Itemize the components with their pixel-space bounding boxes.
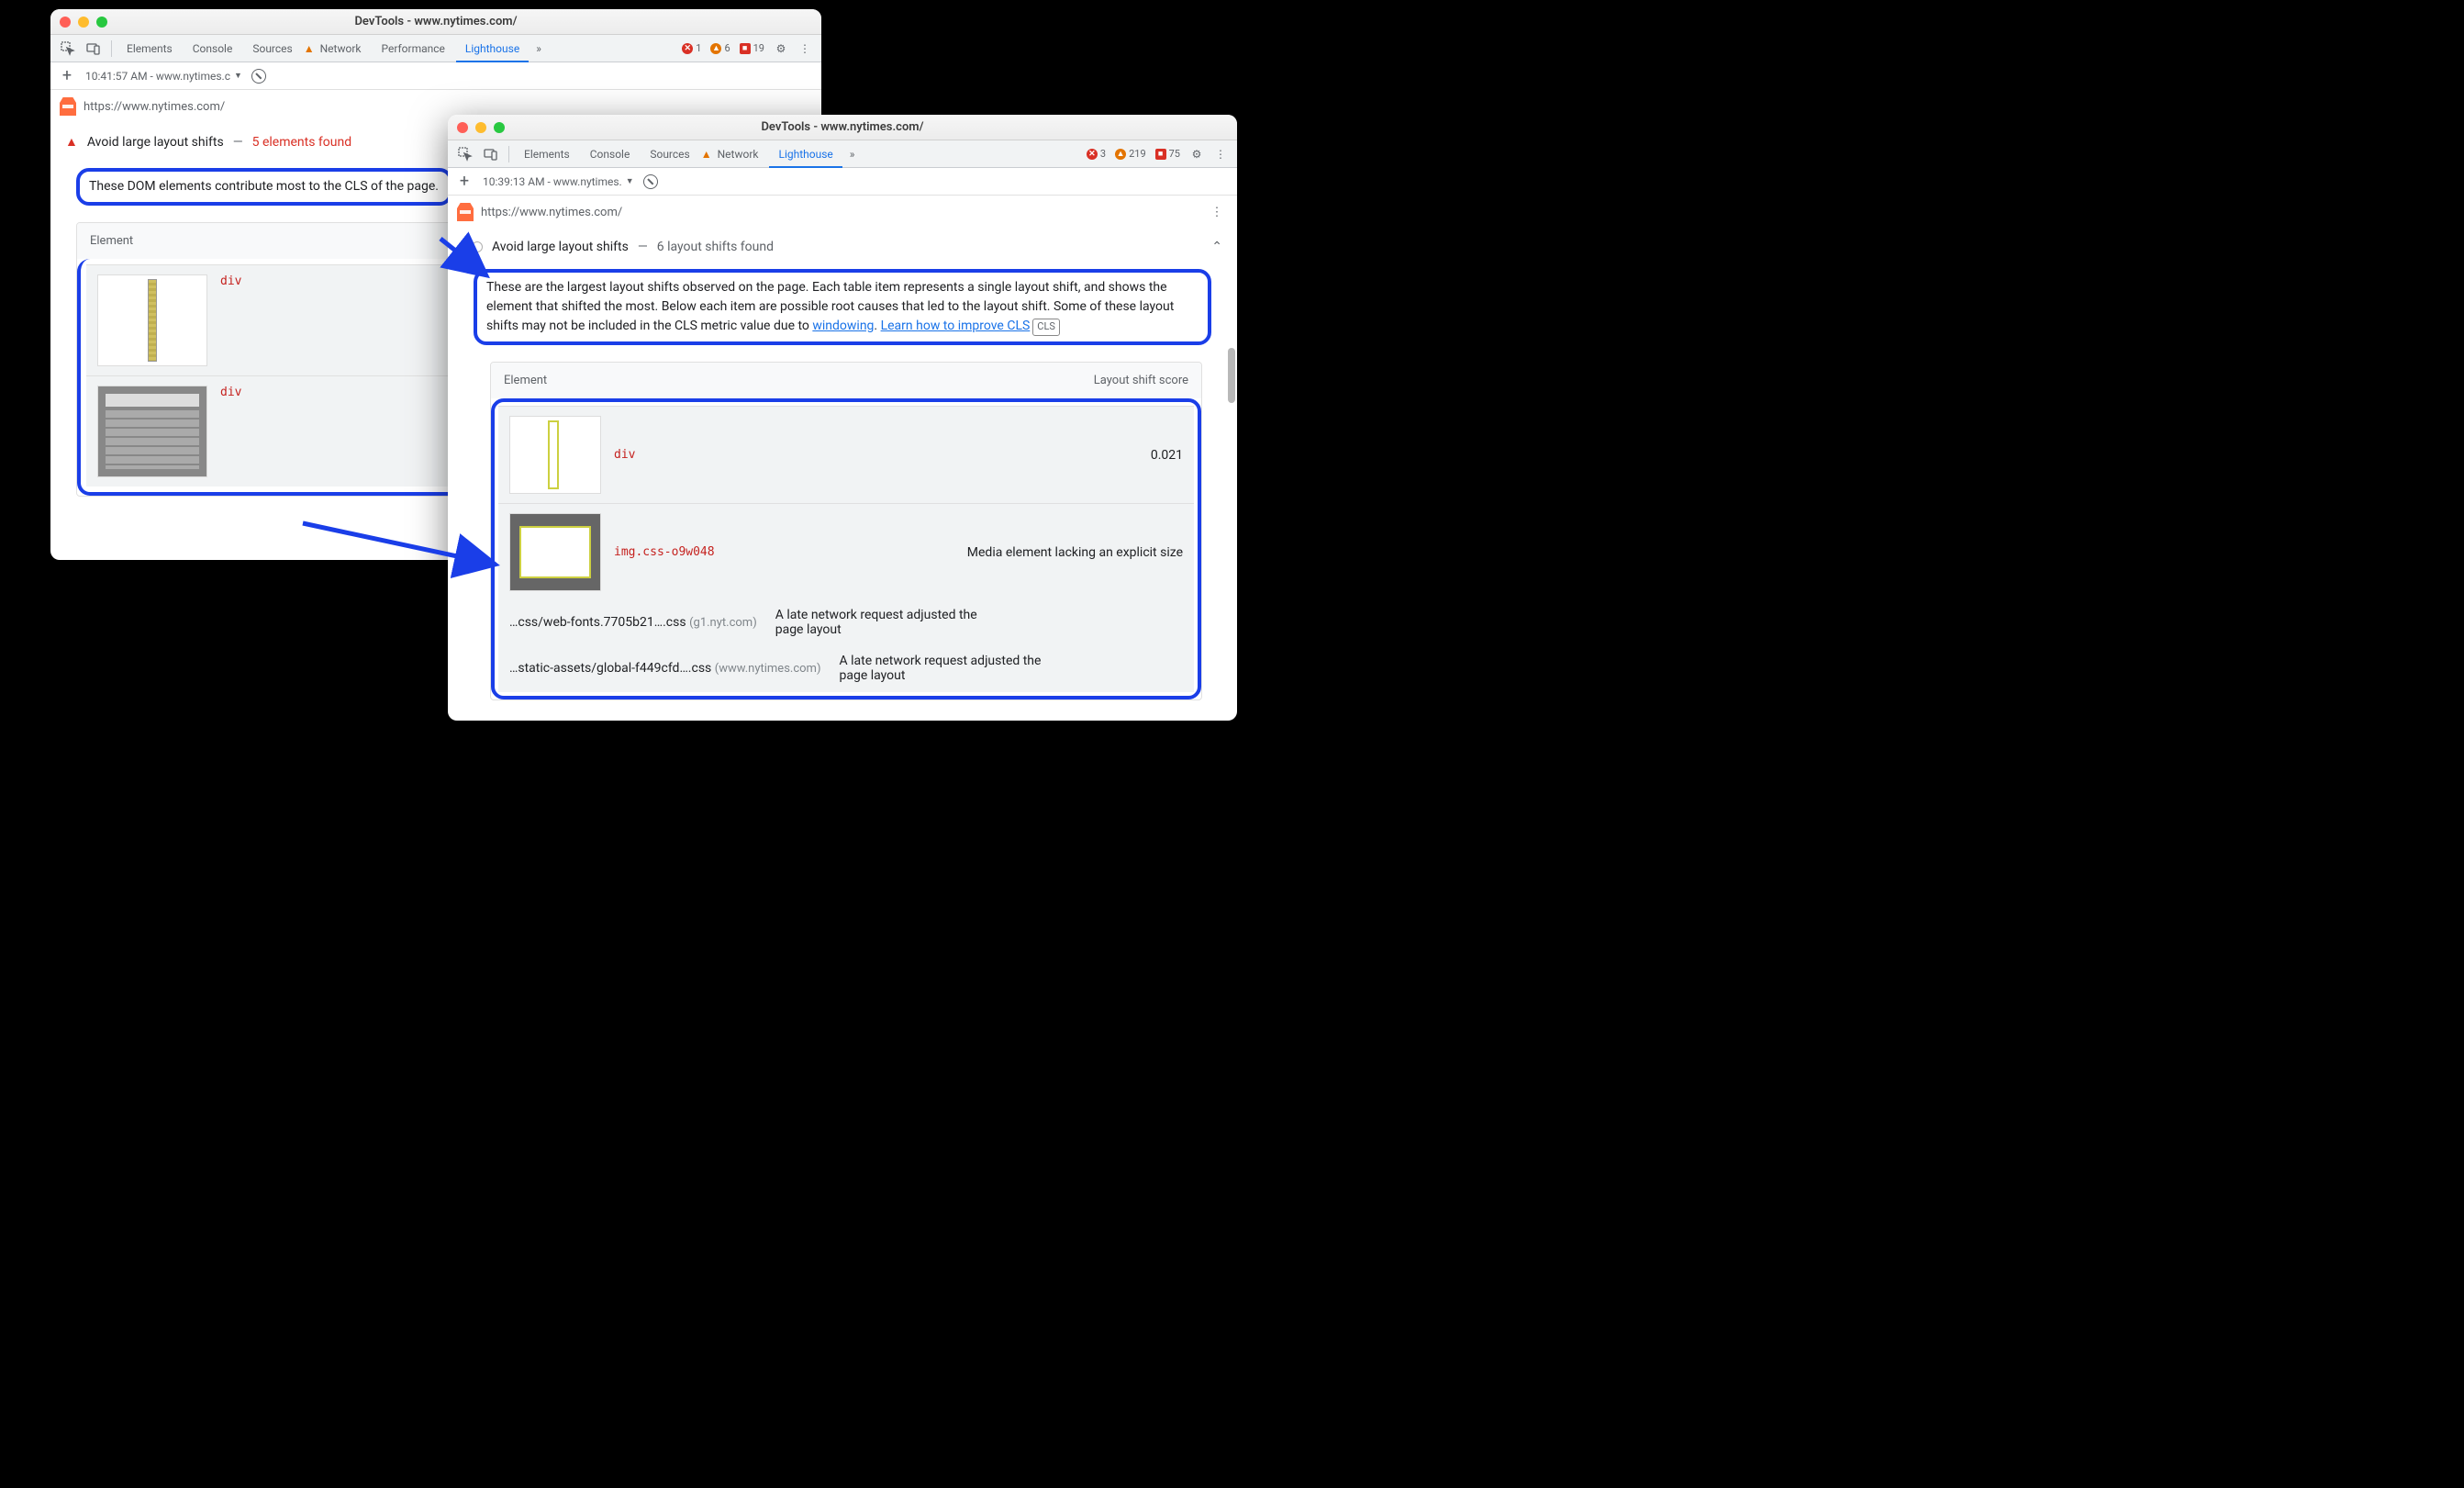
- lighthouse-run-bar: + 10:41:57 AM - www.nytimes.c▼: [50, 62, 821, 90]
- report-menu-icon[interactable]: ⋮: [1206, 206, 1228, 219]
- titlebar: DevTools - www.nytimes.com/: [50, 9, 821, 35]
- devtools-tab-bar: Elements Console Sources ▲ Network Perfo…: [50, 35, 821, 62]
- cause-host: (g1.nyt.com): [689, 616, 757, 630]
- minimize-icon[interactable]: [78, 17, 89, 28]
- element-code: img.css-o9w048: [614, 545, 715, 559]
- inspect-icon[interactable]: [453, 144, 477, 164]
- issue-count[interactable]: ■19: [736, 42, 768, 54]
- tab-elements[interactable]: Elements: [515, 140, 579, 168]
- tab-console[interactable]: Console: [581, 140, 640, 168]
- audit-description: These DOM elements contribute most to th…: [89, 177, 440, 196]
- element-code: div: [220, 386, 241, 399]
- minimize-icon[interactable]: [475, 122, 486, 133]
- tab-console[interactable]: Console: [184, 35, 242, 62]
- clear-icon[interactable]: [251, 69, 266, 84]
- tab-lighthouse[interactable]: Lighthouse: [456, 35, 529, 62]
- audit-header[interactable]: Avoid large layout shifts — 6 layout shi…: [457, 229, 1228, 265]
- tab-sources[interactable]: Sources: [243, 35, 301, 62]
- kebab-icon[interactable]: ⋮: [1210, 148, 1232, 161]
- tab-elements[interactable]: Elements: [117, 35, 182, 62]
- report-url: https://www.nytimes.com/: [84, 100, 225, 114]
- audit-title: Avoid large layout shifts: [87, 135, 224, 150]
- neutral-circle-icon: [472, 241, 483, 252]
- tab-sources[interactable]: Sources: [641, 140, 698, 168]
- tab-overflow-icon[interactable]: »: [530, 42, 547, 55]
- maximize-icon[interactable]: [494, 122, 505, 133]
- root-cause: Media element lacking an explicit size: [967, 545, 1183, 560]
- cause-host: (www.nytimes.com): [715, 662, 821, 676]
- kebab-icon[interactable]: ⋮: [794, 42, 816, 55]
- audit-title: Avoid large layout shifts: [492, 240, 629, 254]
- element-thumbnail: [509, 416, 601, 494]
- new-run-button[interactable]: +: [58, 66, 76, 85]
- traffic-lights[interactable]: [60, 17, 107, 28]
- settings-icon[interactable]: ⚙: [1186, 148, 1208, 161]
- link-windowing[interactable]: windowing: [812, 319, 874, 333]
- warning-triangle-icon: ▲: [701, 140, 716, 168]
- run-selector[interactable]: 10:39:13 AM - www.nytimes.▼: [483, 175, 634, 188]
- table-row[interactable]: div 0.021: [498, 406, 1194, 503]
- cause-file: …static-assets/global-f449cfd….css: [509, 661, 711, 676]
- device-icon[interactable]: [479, 144, 503, 164]
- highlight-description: These DOM elements contribute most to th…: [76, 168, 452, 206]
- clear-icon[interactable]: [643, 174, 658, 189]
- run-selector[interactable]: 10:41:57 AM - www.nytimes.c▼: [85, 70, 242, 83]
- warning-count[interactable]: ▲219: [1111, 148, 1150, 160]
- window-title: DevTools - www.nytimes.com/: [50, 15, 821, 28]
- tab-overflow-icon[interactable]: »: [844, 148, 861, 161]
- issue-count[interactable]: ■75: [1152, 148, 1184, 160]
- link-learn-cls[interactable]: Learn how to improve CLS: [881, 319, 1031, 333]
- tab-lighthouse[interactable]: Lighthouse: [769, 140, 842, 168]
- lighthouse-run-bar: + 10:39:13 AM - www.nytimes.▼: [448, 168, 1237, 196]
- tab-network[interactable]: Network: [320, 35, 371, 62]
- maximize-icon[interactable]: [96, 17, 107, 28]
- chevron-up-icon[interactable]: ⌃: [1211, 240, 1222, 254]
- devtools-window-new: DevTools - www.nytimes.com/ Elements Con…: [448, 115, 1237, 721]
- element-code: div: [220, 274, 241, 288]
- root-cause: A late network request adjusted the page…: [839, 654, 1059, 683]
- audit-description: These are the largest layout shifts obse…: [486, 280, 1174, 333]
- element-thumbnail: [97, 386, 207, 477]
- close-icon[interactable]: [457, 122, 468, 133]
- element-code: div: [614, 448, 1138, 462]
- tab-network[interactable]: Network: [718, 140, 768, 168]
- report-content: Avoid large layout shifts — 6 layout shi…: [448, 229, 1237, 721]
- lighthouse-logo-icon: [457, 203, 474, 221]
- column-headers: Element Layout shift score: [491, 363, 1201, 398]
- error-count[interactable]: ✕1: [678, 42, 705, 54]
- audit-found: 6 layout shifts found: [657, 240, 774, 254]
- root-cause: A late network request adjusted the page…: [775, 608, 996, 637]
- highlight-description: These are the largest layout shifts obse…: [474, 269, 1211, 345]
- titlebar: DevTools - www.nytimes.com/: [448, 115, 1237, 140]
- device-icon[interactable]: [82, 39, 106, 59]
- table-row[interactable]: img.css-o9w048 Media element lacking an …: [498, 503, 1194, 692]
- cause-file: …css/web-fonts.7705b21….css: [509, 615, 686, 630]
- element-thumbnail: [97, 274, 207, 366]
- warning-triangle-icon: ▲: [304, 35, 318, 62]
- report-url: https://www.nytimes.com/: [481, 206, 622, 219]
- cls-chip: CLS: [1032, 319, 1060, 336]
- element-thumbnail: [509, 513, 601, 591]
- cause-row: …static-assets/global-f449cfd….css (www.…: [509, 654, 1059, 683]
- layout-shift-score: 0.021: [1151, 448, 1183, 463]
- settings-icon[interactable]: ⚙: [770, 42, 792, 55]
- report-url-bar: https://www.nytimes.com/ ⋮: [448, 196, 1237, 229]
- tab-performance[interactable]: Performance: [372, 35, 453, 62]
- cause-row: …css/web-fonts.7705b21….css (g1.nyt.com)…: [509, 608, 996, 637]
- scrollbar[interactable]: [1228, 348, 1235, 403]
- audit-found: 5 elements found: [252, 135, 352, 150]
- devtools-tab-bar: Elements Console Sources ▲ Network Light…: [448, 140, 1237, 168]
- fail-triangle-icon: ▲: [65, 134, 78, 150]
- traffic-lights[interactable]: [457, 122, 505, 133]
- new-run-button[interactable]: +: [455, 172, 474, 191]
- error-count[interactable]: ✕3: [1083, 148, 1109, 160]
- lighthouse-logo-icon: [60, 97, 76, 116]
- warning-count[interactable]: ▲6: [707, 42, 733, 54]
- window-title: DevTools - www.nytimes.com/: [448, 120, 1237, 134]
- close-icon[interactable]: [60, 17, 71, 28]
- inspect-icon[interactable]: [56, 39, 80, 59]
